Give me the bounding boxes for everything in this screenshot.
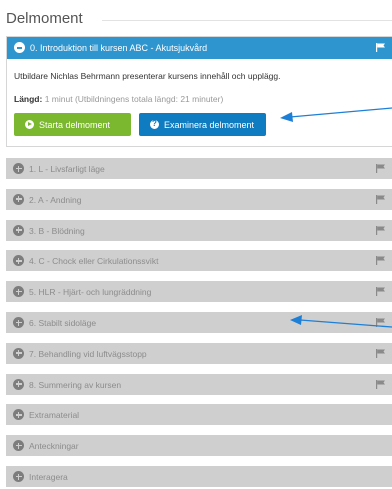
section-header: Delmoment [6,8,392,30]
flag-icon[interactable] [376,164,386,173]
module-panel[interactable]: Extramaterial [6,404,392,426]
module-panel[interactable]: 4. C - Chock eller Cirkulationssvikt [6,250,392,272]
plus-circle-icon[interactable] [13,286,24,298]
start-module-button[interactable]: Starta delmoment [14,113,131,136]
flag-icon[interactable] [376,348,386,358]
module-panel-open: 0. Introduktion till kursen ABC - Akutsj… [6,36,392,147]
module-header-open[interactable]: 0. Introduktion till kursen ABC - Akutsj… [7,37,392,59]
module-label: 6. Stabilt sidoläge [29,318,97,328]
module-length: Längd: 1 minut (Utbildningens totala län… [14,94,223,104]
module-panel[interactable]: 2. A - Andning [6,188,392,210]
flag-icon[interactable] [376,318,386,327]
flag-icon[interactable] [376,287,386,297]
play-circle-icon [25,120,34,129]
module-label: 3. B - Blödning [29,225,85,236]
module-label: 7. Behandling vid luftvägsstopp [29,348,147,359]
section-title: Delmoment [6,10,83,27]
module-panel[interactable]: 7. Behandling vid luftvägsstopp [6,342,392,364]
plus-circle-icon[interactable] [13,409,24,421]
module-panel[interactable]: Interagera [6,466,392,487]
section-divider [102,20,392,21]
start-button-label: Starta delmoment [39,119,111,130]
plus-circle-icon[interactable] [13,378,24,390]
length-label: Längd: [14,94,43,104]
length-value: 1 minut (Utbildningens totala längd: 21 … [44,94,224,104]
module-title: 0. Introduktion till kursen ABC - Akutsj… [30,43,208,53]
module-panel[interactable]: 5. HLR - Hjärt- och lungräddning [6,281,392,303]
plus-circle-icon[interactable] [13,255,24,267]
module-label: 5. HLR - Hjärt- och lungräddning [29,287,152,298]
minus-circle-icon[interactable] [14,42,25,53]
module-panel[interactable]: 3. B - Blödning [6,219,392,241]
module-description: Utbildare Nichlas Behrmann presenterar k… [14,71,281,81]
plus-circle-icon[interactable] [13,163,24,174]
module-label: 8. Summering av kursen [29,379,122,390]
plus-circle-icon[interactable] [13,471,24,482]
flag-icon[interactable] [376,43,386,52]
flag-icon[interactable] [376,379,386,389]
plus-circle-icon[interactable] [13,347,24,359]
flag-icon[interactable] [376,194,386,204]
flag-icon[interactable] [376,225,386,235]
module-panel[interactable]: 8. Summering av kursen [6,373,392,395]
module-panel[interactable]: 1. L - Livsfarligt läge [6,158,392,179]
module-label: 1. L - Livsfarligt läge [29,164,105,174]
module-panel[interactable]: Anteckningar [6,435,392,457]
module-label: Anteckningar [29,441,79,452]
module-panel[interactable]: 6. Stabilt sidoläge [6,312,392,333]
exam-module-button[interactable]: Examinera delmoment [139,113,266,136]
plus-circle-icon[interactable] [13,317,24,328]
plus-circle-icon[interactable] [13,193,24,205]
module-label: Interagera [29,472,68,482]
flag-icon[interactable] [376,256,386,266]
module-label: 4. C - Chock eller Cirkulationssvikt [29,256,159,267]
module-label: 2. A - Andning [29,194,82,205]
plus-circle-icon[interactable] [13,224,24,236]
exam-button-label: Examinera delmoment [164,119,255,130]
question-circle-icon [150,119,159,129]
plus-circle-icon[interactable] [13,440,24,452]
module-label: Extramaterial [29,410,80,421]
